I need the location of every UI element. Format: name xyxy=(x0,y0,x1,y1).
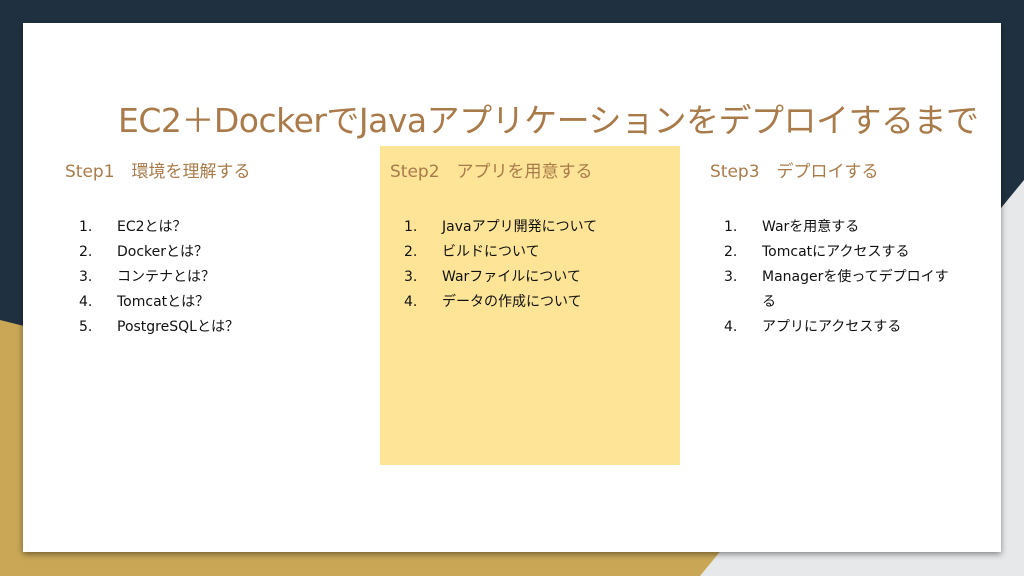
list-number: 2. xyxy=(404,244,418,260)
list-item: 1. Warを用意する xyxy=(710,215,1010,240)
list-item: 1. Javaアプリ開発について xyxy=(390,215,680,240)
list-item: 5. PostgreSQLとは？ xyxy=(65,315,365,340)
list-text: データの作成について xyxy=(442,294,582,310)
step1-heading: Step1 環境を理解する xyxy=(65,162,251,182)
step1-list: 1. EC2とは？ 2. Dockerとは？ 3. コンテナとは？ 4. Tomcatと… xyxy=(65,215,365,340)
step2-heading: Step2 アプリを用意する xyxy=(390,162,593,182)
list-text: Dockerとは？ xyxy=(117,244,209,260)
list-number: 4. xyxy=(404,294,418,310)
step3-heading: Step3 デプロイする xyxy=(710,162,879,182)
list-item: 2. Dockerとは？ xyxy=(65,240,365,265)
list-number: 3. xyxy=(404,269,418,285)
list-number: 4. xyxy=(79,294,93,310)
list-text: Managerを使ってデプロイする xyxy=(762,269,949,310)
list-number: 1. xyxy=(79,219,93,235)
list-item: 4. アプリにアクセスする xyxy=(710,315,1010,340)
list-number: 1. xyxy=(404,219,418,235)
list-item: 2. Tomcatにアクセスする xyxy=(710,240,1010,265)
list-item: 1. EC2とは？ xyxy=(65,215,365,240)
list-text: PostgreSQLとは？ xyxy=(117,319,239,335)
list-number: 4. xyxy=(724,319,738,335)
list-item: 4. データの作成について xyxy=(390,290,680,315)
list-number: 3. xyxy=(79,269,93,285)
list-text: Javaアプリ開発について xyxy=(442,219,598,235)
list-text: EC2とは？ xyxy=(117,219,187,235)
slide-title: EC2＋DockerでJavaアプリケーションをデプロイするまで xyxy=(118,101,979,140)
list-text: ビルドについて xyxy=(442,244,540,260)
list-number: 5. xyxy=(79,319,93,335)
list-item: 4. Tomcatとは？ xyxy=(65,290,365,315)
step2-list: 1. Javaアプリ開発について 2. ビルドについて 3. Warファイルについて … xyxy=(390,215,680,315)
step3-column: Step3 デプロイする 1. Warを用意する 2. Tomcatにアクセスする … xyxy=(710,146,1010,340)
slide: EC2＋DockerでJavaアプリケーションをデプロイするまで Step1 環… xyxy=(23,23,1001,552)
list-text: アプリにアクセスする xyxy=(762,319,902,335)
list-number: 1. xyxy=(724,219,738,235)
list-number: 2. xyxy=(724,244,738,260)
list-number: 2. xyxy=(79,244,93,260)
step1-column: Step1 環境を理解する 1. EC2とは？ 2. Dockerとは？ 3. コンテ… xyxy=(65,146,365,340)
list-text: Warファイルについて xyxy=(442,269,581,285)
list-number: 3. xyxy=(724,269,738,285)
list-item: 3. Warファイルについて xyxy=(390,265,680,290)
list-item: 3. コンテナとは？ xyxy=(65,265,365,290)
list-text: Tomcatにアクセスする xyxy=(762,244,910,260)
list-text: Tomcatとは？ xyxy=(117,294,210,310)
list-text: Warを用意する xyxy=(762,219,860,235)
list-text: コンテナとは？ xyxy=(117,269,215,285)
list-item: 3. Managerを使ってデプロイする xyxy=(710,265,1010,315)
list-item: 2. ビルドについて xyxy=(390,240,680,265)
step2-column-highlight: Step2 アプリを用意する 1. Javaアプリ開発について 2. ビルドについて… xyxy=(380,146,680,465)
step3-list: 1. Warを用意する 2. Tomcatにアクセスする 3. Managerを使って… xyxy=(710,215,1010,340)
